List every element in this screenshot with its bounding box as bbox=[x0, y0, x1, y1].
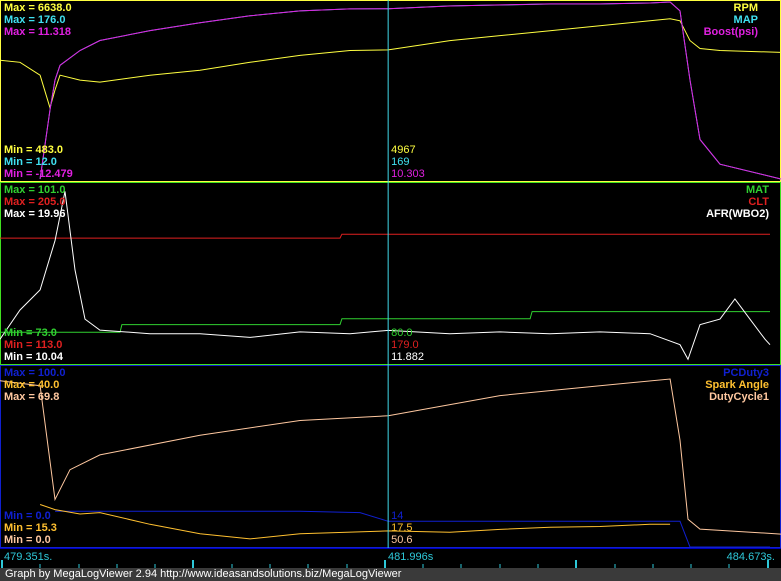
min-label: Min = 0.0 bbox=[4, 534, 51, 546]
legend-clt: CLT bbox=[748, 196, 769, 208]
min-label: Min = 12.0 bbox=[4, 156, 57, 168]
time-end-label: 484.673s. bbox=[726, 551, 775, 563]
legend-boost-psi-: Boost(psi) bbox=[703, 26, 758, 38]
max-label: Max = 6638.0 bbox=[4, 2, 72, 14]
min-label: Min = -12.479 bbox=[4, 168, 73, 180]
max-label: Max = 19.96 bbox=[4, 208, 66, 220]
cursor-value: 17.5 bbox=[391, 522, 413, 534]
legend-map: MAP bbox=[733, 14, 758, 26]
legend-rpm: RPM bbox=[733, 2, 758, 14]
min-label: Min = 10.04 bbox=[4, 351, 64, 363]
max-label: Max = 100.0 bbox=[4, 367, 66, 379]
cursor-value: 179.0 bbox=[391, 339, 419, 351]
time-cursor-label: 481.996s bbox=[388, 551, 434, 563]
max-label: Max = 11.318 bbox=[4, 26, 71, 38]
legend-mat: MAT bbox=[745, 184, 769, 196]
cursor-value: 14 bbox=[391, 510, 404, 522]
legend-spark-angle: Spark Angle bbox=[705, 379, 769, 391]
trace-afr-wbo2- bbox=[0, 191, 771, 361]
log-graph[interactable] bbox=[0, 0, 781, 548]
max-label: Max = 101.0 bbox=[4, 184, 66, 196]
cursor-value: 80.0 bbox=[391, 327, 413, 339]
max-label: Max = 40.0 bbox=[4, 379, 60, 391]
legend-dutycycle1: DutyCycle1 bbox=[709, 391, 769, 403]
legend-pcduty3: PCDuty3 bbox=[723, 367, 769, 379]
time-axis[interactable]: 479.351s. 481.996s 484.673s. bbox=[0, 548, 781, 569]
cursor-value: 169 bbox=[391, 156, 410, 168]
cursor-value: 50.6 bbox=[391, 534, 413, 546]
max-label: Max = 205.0 bbox=[4, 196, 66, 208]
min-label: Min = 15.3 bbox=[4, 522, 57, 534]
max-label: Max = 69.8 bbox=[4, 391, 60, 403]
trace-mat bbox=[0, 311, 770, 333]
cursor-value: 10.303 bbox=[391, 168, 425, 180]
trace-clt bbox=[0, 233, 770, 239]
legend-afr-wbo2-: AFR(WBO2) bbox=[706, 208, 769, 220]
min-label: Min = 73.0 bbox=[4, 327, 57, 339]
time-start-label: 479.351s. bbox=[4, 551, 53, 563]
min-label: Min = 113.0 bbox=[4, 339, 63, 351]
trace-rpm bbox=[0, 18, 781, 110]
min-label: Min = 0.0 bbox=[4, 510, 51, 522]
cursor-value: 4967 bbox=[391, 144, 416, 156]
max-label: Max = 176.0 bbox=[4, 14, 66, 26]
footer-credit: Graph by MegaLogViewer 2.94 http://www.i… bbox=[0, 568, 781, 581]
cursor-value: 11.882 bbox=[391, 351, 424, 363]
min-label: Min = 483.0 bbox=[4, 144, 64, 156]
